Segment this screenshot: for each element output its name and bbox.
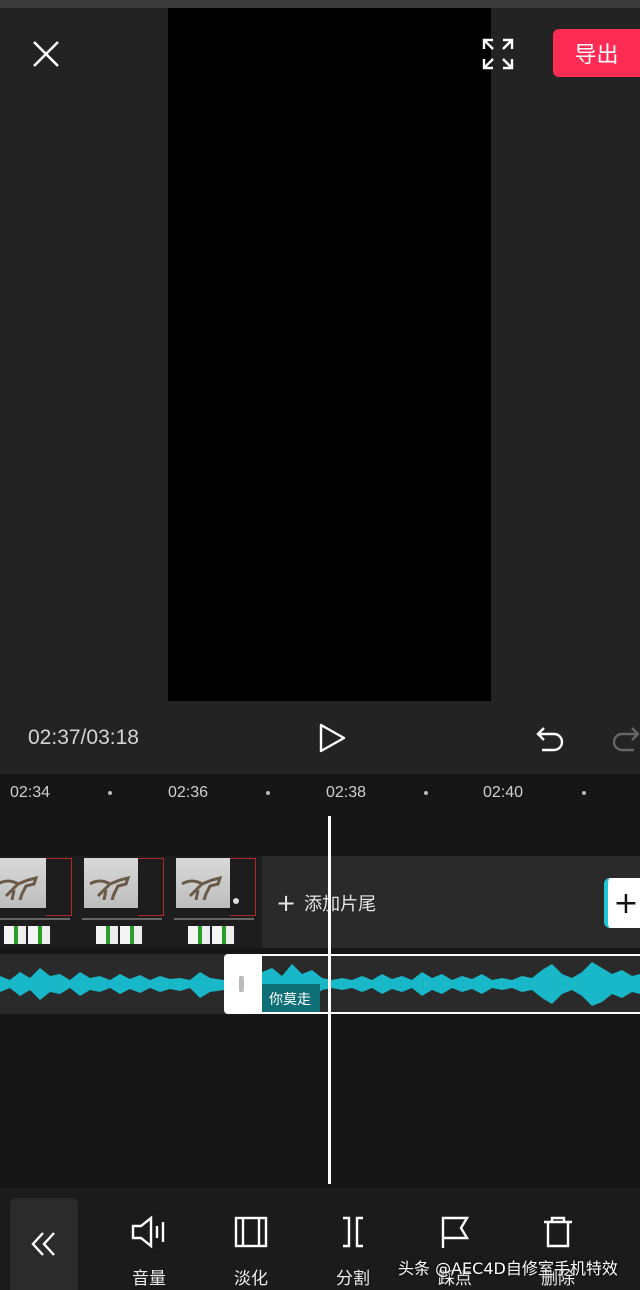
plus-icon: + (276, 889, 297, 917)
audio-clip-label: 你莫走 (262, 984, 320, 1012)
playhead[interactable] (328, 816, 331, 1184)
fullscreen-button[interactable] (480, 36, 516, 72)
trash-icon (544, 1216, 572, 1248)
volume-tool[interactable]: 音量 (119, 1214, 179, 1289)
plus-icon: + (613, 885, 639, 921)
fullscreen-icon (482, 38, 514, 70)
play-icon (319, 723, 346, 753)
close-button[interactable] (28, 36, 64, 72)
volume-label: 音量 (132, 1269, 166, 1289)
add-clip-button[interactable]: + (604, 878, 640, 928)
video-clip-thumbnail[interactable] (170, 856, 262, 948)
ruler-dot (424, 791, 428, 795)
undo-button[interactable] (532, 720, 568, 756)
close-icon (33, 41, 59, 67)
double-chevron-left-icon (31, 1232, 55, 1256)
video-clip-thumbnail[interactable] (0, 856, 78, 948)
ruler-label: 02:36 (168, 784, 209, 801)
ruler-dot (582, 791, 586, 795)
ruler-label: 02:34 (10, 784, 51, 801)
audio-trim-handle[interactable] (224, 954, 262, 1014)
dinosaur-thumbnail-icon (181, 875, 223, 900)
add-ending-button[interactable]: + 添加片尾 (276, 890, 376, 916)
dinosaur-thumbnail-icon (0, 875, 39, 900)
fade-icon (234, 1216, 268, 1248)
ruler-label: 02:40 (483, 784, 524, 801)
export-button[interactable]: 导出 (553, 29, 640, 77)
watermark: 头条 @AEC4D自修室手机特效 (398, 1259, 618, 1278)
play-button[interactable] (314, 720, 350, 756)
video-preview[interactable] (168, 8, 491, 701)
ruler-label: 02:38 (326, 784, 367, 801)
ruler-dot (108, 791, 112, 795)
volume-icon (131, 1215, 165, 1249)
video-track[interactable]: + 添加片尾 (0, 856, 640, 948)
split-label: 分割 (336, 1269, 370, 1289)
undo-icon (536, 727, 564, 752)
dinosaur-thumbnail-icon (89, 875, 131, 900)
ruler-dot (266, 791, 270, 795)
timeline[interactable]: 02:34 02:36 02:38 02:40 + 添加片尾 + 你莫走 (0, 774, 640, 1188)
split-tool[interactable]: 分割 (323, 1214, 383, 1289)
back-button[interactable] (10, 1198, 78, 1290)
fade-label: 淡化 (234, 1269, 268, 1289)
timecode: 02:37/03:18 (28, 726, 139, 749)
redo-button[interactable] (606, 720, 640, 756)
video-clip-thumbnail[interactable] (78, 856, 170, 948)
flag-icon (441, 1216, 470, 1248)
redo-icon (612, 727, 640, 752)
status-strip (0, 0, 640, 8)
fade-tool[interactable]: 淡化 (221, 1214, 281, 1289)
clip-end-marker (233, 898, 239, 904)
split-icon (343, 1216, 363, 1248)
add-ending-label: 添加片尾 (304, 894, 377, 915)
